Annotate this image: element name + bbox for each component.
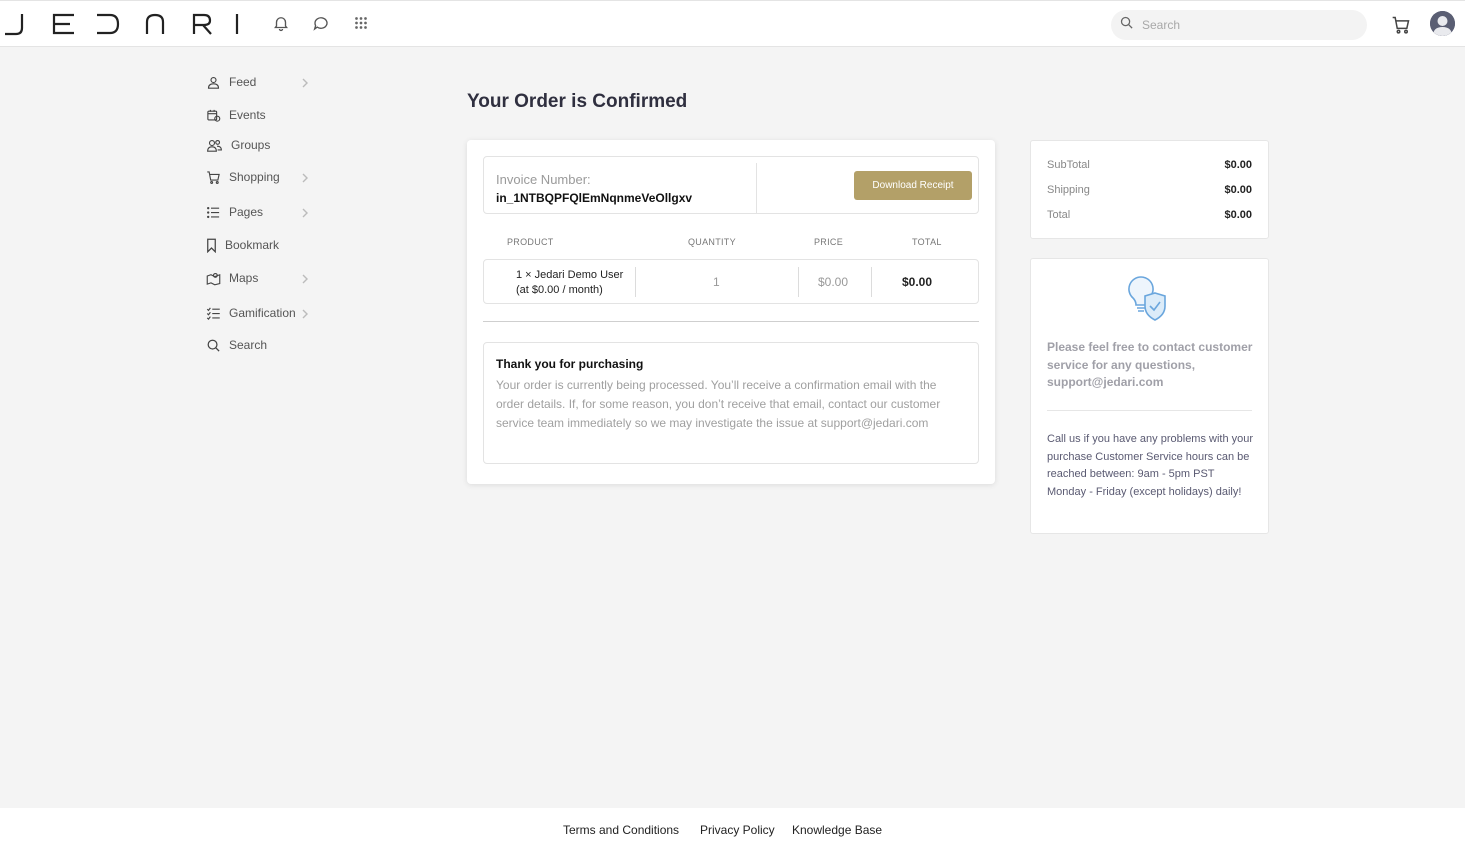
sidebar-item-label: Gamification [229, 306, 296, 320]
divider [798, 267, 799, 297]
column-header-price: PRICE [814, 237, 844, 247]
support-contact-text: Please feel free to contact customer ser… [1047, 340, 1253, 389]
chevron-right-icon [301, 308, 309, 319]
summary-label: SubTotal [1047, 159, 1090, 171]
sidebar-item-gamification[interactable]: Gamification [206, 301, 316, 325]
order-card: Invoice Number: in_1NTBQPFQlEmNqnmeVeOll… [467, 140, 995, 484]
sidebar-item-groups[interactable]: Groups [206, 133, 316, 157]
sidebar-item-label: Events [229, 108, 266, 122]
product-line: 1 × Jedari Demo User [516, 269, 624, 281]
divider [1047, 410, 1252, 411]
sidebar-item-label: Groups [231, 138, 271, 152]
footer-link-privacy[interactable]: Privacy Policy [700, 823, 775, 837]
search-input[interactable] [1142, 18, 1342, 32]
invoice-label: Invoice Number: [496, 172, 591, 187]
apps-grid-icon[interactable] [352, 14, 370, 32]
map-icon [206, 271, 221, 286]
lightbulb-shield-icon [1127, 275, 1171, 323]
sidebar-item-label: Bookmark [225, 238, 280, 252]
chevron-right-icon [301, 77, 309, 88]
search-icon [1119, 15, 1134, 35]
divider [756, 163, 757, 213]
support-card: Please feel free to contact customer ser… [1030, 258, 1269, 534]
divider [871, 267, 872, 297]
sidebar-item-label: Feed [229, 75, 257, 89]
product-name: 1 × Jedari Demo User (at $0.00 / month) [516, 268, 623, 298]
footer: Terms and Conditions Privacy Policy Know… [0, 808, 1465, 854]
user-icon [206, 75, 221, 90]
order-summary-card: SubTotal $0.00 Shipping $0.00 Total $0.0… [1030, 140, 1269, 239]
bookmark-icon [206, 238, 217, 253]
calendar-icon [206, 108, 221, 123]
column-header-total: TOTAL [912, 237, 942, 247]
chevron-right-icon [301, 207, 309, 218]
divider [635, 267, 636, 297]
top-bar [0, 0, 1465, 47]
search-box [1111, 10, 1367, 40]
footer-link-knowledge-base[interactable]: Knowledge Base [792, 823, 882, 837]
summary-label: Total [1047, 209, 1071, 221]
summary-value: $0.00 [1224, 209, 1252, 221]
invoice-box: Invoice Number: in_1NTBQPFQlEmNqnmeVeOll… [483, 156, 979, 214]
checklist-icon [206, 306, 221, 321]
thanks-title: Thank you for purchasing [496, 357, 644, 371]
sidebar-item-label: Shopping [229, 170, 280, 184]
users-icon [206, 138, 223, 153]
sidebar-item-pages[interactable]: Pages [206, 200, 316, 224]
quantity-value: 1 [713, 275, 720, 289]
total-value: $0.00 [902, 275, 933, 289]
price-value: $0.00 [818, 275, 849, 289]
column-header-quantity: QUANTITY [688, 237, 736, 247]
cart-icon[interactable] [1391, 15, 1411, 35]
cart-icon [206, 170, 221, 185]
sidebar-item-label: Search [229, 338, 268, 352]
table-row: 1 × Jedari Demo User (at $0.00 / month) … [483, 259, 979, 304]
chevron-right-icon [301, 172, 309, 183]
chevron-right-icon [301, 273, 309, 284]
sidebar-item-search[interactable]: Search [206, 333, 316, 357]
invoice-number: in_1NTBQPFQlEmNqnmeVeOllgxv [496, 191, 693, 205]
thanks-message: Your order is currently being processed.… [496, 378, 941, 430]
download-receipt-button[interactable]: Download Receipt [854, 171, 972, 200]
bell-icon[interactable] [272, 14, 290, 32]
sidebar-item-feed[interactable]: Feed [206, 70, 316, 94]
sidebar-item-events[interactable]: Events [206, 103, 316, 127]
summary-value: $0.00 [1224, 159, 1252, 171]
footer-link-terms[interactable]: Terms and Conditions [563, 823, 679, 837]
divider [483, 321, 979, 322]
thanks-box: Thank you for purchasing Your order is c… [483, 342, 979, 464]
sidebar-item-bookmark[interactable]: Bookmark [206, 233, 316, 257]
page-title: Your Order is Confirmed [467, 91, 688, 112]
chat-icon[interactable] [312, 14, 330, 32]
support-hours-text: Call us if you have any problems with yo… [1047, 433, 1254, 498]
search-icon [206, 338, 221, 353]
sidebar-item-label: Pages [229, 205, 264, 219]
sidebar-item-label: Maps [229, 271, 259, 285]
jedari-logo[interactable] [4, 12, 240, 36]
sidebar-item-maps[interactable]: Maps [206, 266, 316, 290]
list-icon [206, 205, 221, 220]
sidebar-item-shopping[interactable]: Shopping [206, 165, 316, 189]
product-price-note: (at $0.00 / month) [516, 284, 603, 296]
avatar[interactable] [1430, 11, 1455, 36]
column-header-product: PRODUCT [507, 237, 554, 247]
summary-label: Shipping [1047, 184, 1090, 196]
summary-value: $0.00 [1224, 184, 1252, 196]
